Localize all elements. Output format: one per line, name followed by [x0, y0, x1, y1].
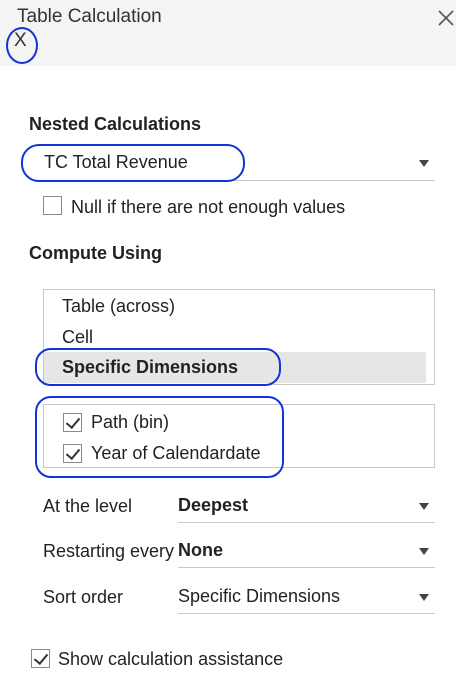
caret-down-icon	[419, 503, 429, 510]
caret-down-icon	[419, 160, 429, 167]
compute-using-heading: Compute Using	[29, 243, 162, 263]
show-assistance-label: Show calculation assistance	[58, 649, 284, 669]
nested-calculation-dropdown[interactable]: TC Total Revenue	[44, 152, 435, 181]
sort-order-label: Sort order	[43, 587, 124, 607]
dimension-checkbox-path-bin[interactable]	[63, 413, 82, 432]
sort-order-value: Specific Dimensions	[178, 586, 341, 606]
sort-order-dropdown[interactable]: Specific Dimensions	[178, 586, 435, 614]
compute-using-list: Table (across) Cell Specific Dimensions	[43, 289, 435, 385]
compute-option-cell[interactable]: Cell	[44, 322, 426, 353]
close-icon[interactable]	[436, 8, 456, 28]
null-values-label: Null if there are not enough values	[71, 197, 346, 217]
dimension-checkbox-year[interactable]	[63, 444, 82, 463]
caret-down-icon	[419, 594, 429, 601]
nested-calculation-value: TC Total Revenue	[44, 152, 188, 172]
at-the-level-label: At the level	[43, 496, 133, 516]
dimension-label-path-bin: Path (bin)	[91, 412, 170, 432]
restarting-every-value: None	[178, 540, 223, 560]
show-assistance-checkbox[interactable]	[31, 649, 50, 668]
dialog-title: Table Calculation	[17, 6, 162, 27]
restarting-every-dropdown[interactable]: None	[178, 540, 435, 568]
at-the-level-value: Deepest	[178, 495, 249, 515]
compute-option-specific-dimensions[interactable]: Specific Dimensions	[44, 352, 426, 383]
dialog-titlebar: Table Calculation X	[0, 0, 456, 66]
dialog-title-x: X	[14, 30, 27, 51]
dimension-label-year: Year of Calendardate	[91, 443, 261, 463]
restarting-every-label: Restarting every	[43, 541, 175, 561]
at-the-level-dropdown[interactable]: Deepest	[178, 495, 435, 523]
caret-down-icon	[419, 548, 429, 555]
dimensions-list: Path (bin) Year of Calendardate	[43, 404, 435, 468]
compute-option-table-across[interactable]: Table (across)	[44, 291, 426, 322]
null-values-checkbox[interactable]	[43, 196, 62, 215]
nested-calculations-heading: Nested Calculations	[29, 114, 202, 134]
